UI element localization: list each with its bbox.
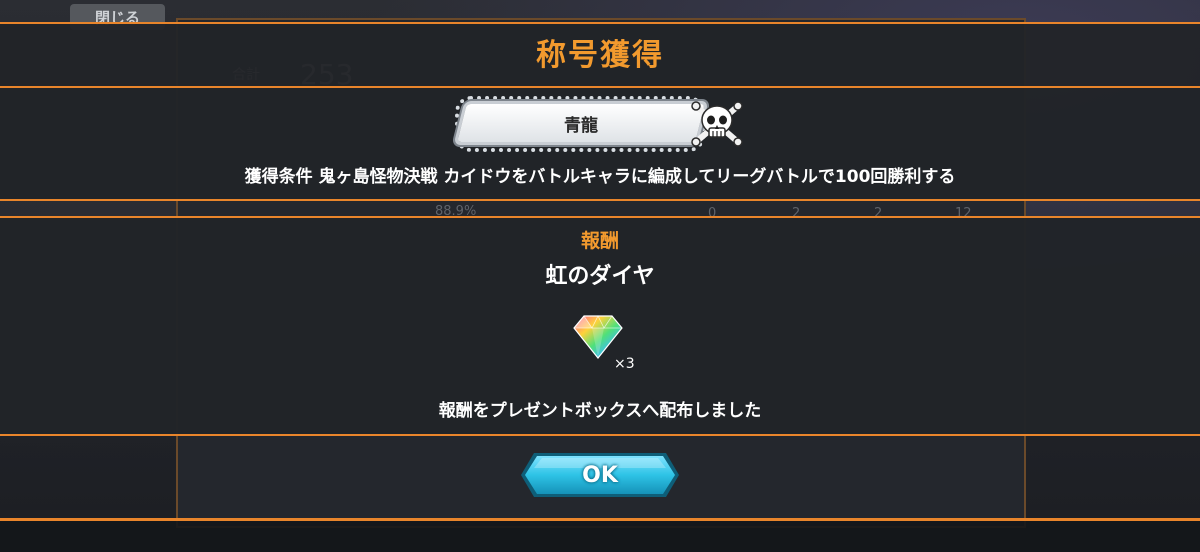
ok-button-label[interactable]: OK: [520, 452, 680, 498]
rainbow-diamond-icon: [573, 315, 623, 359]
bottom-band: [0, 518, 1200, 552]
distribution-notice: 報酬をプレゼントボックスへ配布しました: [438, 401, 762, 421]
reward-quantity: ×3: [614, 356, 635, 372]
title-name: 青龍: [564, 115, 598, 136]
reward-header: 報酬: [580, 230, 619, 252]
skull-crossbones-icon: [691, 101, 743, 147]
modal-title: 称号獲得: [536, 38, 664, 73]
reward-name: 虹のダイヤ: [545, 264, 655, 289]
title-band: 称号獲得: [0, 22, 1200, 86]
acquisition-condition: 獲得条件 鬼ヶ島怪物決戦 カイドウをバトルキャラに編成してリーグバトルで100回…: [244, 167, 956, 187]
